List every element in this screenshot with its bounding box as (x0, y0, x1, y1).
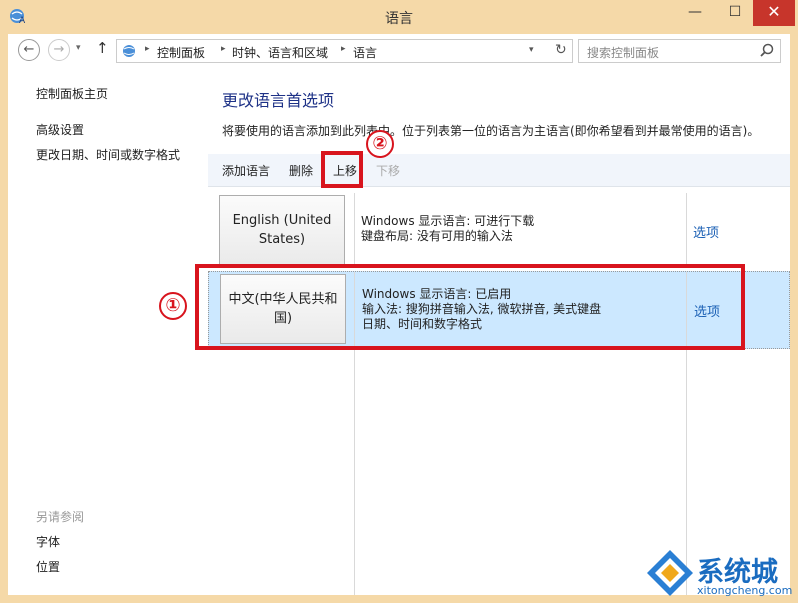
annotation-number-two: ② (366, 130, 394, 158)
control-panel-icon (123, 45, 135, 57)
watermark-url: xitongcheng.com (697, 584, 793, 597)
annotation-box-move-up (321, 151, 363, 188)
location-link[interactable]: 位置 (36, 558, 60, 575)
breadcrumb-control-panel[interactable]: 控制面板 (157, 44, 205, 61)
title-bar[interactable]: A 语言 — ☐ ✕ (0, 0, 798, 34)
close-button[interactable]: ✕ (753, 0, 795, 26)
language-toolbar: 添加语言 删除 上移 下移 (208, 154, 790, 187)
navigation-bar: ← → ▾ ↑ ▸ 控制面板 ▸ 时钟、语言和区域 ▸ 语言 ▾ ↻ 搜索控制面… (8, 34, 790, 68)
minimize-button[interactable]: — (680, 0, 710, 26)
search-icon[interactable] (760, 43, 774, 57)
watermark-logo-icon (647, 550, 693, 596)
watermark: 系统城 xitongcheng.com (645, 548, 795, 600)
remove-button[interactable]: 删除 (289, 162, 313, 179)
language-window: A 语言 — ☐ ✕ ← → ▾ ↑ ▸ 控制面板 ▸ 时钟、语言和区域 ▸ 语… (0, 0, 798, 603)
address-dropdown-icon[interactable]: ▾ (529, 45, 534, 55)
breadcrumb-separator: ▸ (145, 44, 150, 54)
breadcrumb-separator[interactable]: ▸ (341, 44, 346, 54)
column-divider (686, 193, 687, 268)
control-panel-home-link[interactable]: 控制面板主页 (36, 85, 108, 102)
breadcrumb-clock-language-region[interactable]: 时钟、语言和区域 (232, 44, 328, 61)
breadcrumb-language[interactable]: 语言 (353, 44, 377, 61)
annotation-box-chinese-row (195, 264, 745, 350)
search-placeholder: 搜索控制面板 (587, 46, 660, 60)
change-date-time-format-link[interactable]: 更改日期、时间或数字格式 (36, 146, 180, 163)
see-also-heading: 另请参阅 (36, 510, 85, 524)
window-title: 语言 (385, 11, 413, 27)
options-link[interactable]: 选项 (693, 222, 719, 241)
address-bar[interactable]: ▸ 控制面板 ▸ 时钟、语言和区域 ▸ 语言 ▾ ↻ (116, 39, 573, 63)
fonts-link[interactable]: 字体 (36, 533, 60, 550)
back-button[interactable]: ← (18, 39, 40, 61)
column-divider (354, 193, 355, 268)
search-box[interactable]: 搜索控制面板 (578, 39, 781, 63)
column-divider (354, 349, 355, 595)
up-button[interactable]: ↑ (96, 39, 109, 57)
add-language-button[interactable]: 添加语言 (222, 162, 270, 179)
language-name-box[interactable]: English (United States) (219, 195, 345, 265)
language-info-line: Windows 显示语言: 可进行下载 (361, 214, 535, 228)
recent-locations-dropdown[interactable]: ▾ (76, 43, 81, 53)
language-info-line: 键盘布局: 没有可用的输入法 (361, 229, 513, 243)
advanced-settings-link[interactable]: 高级设置 (36, 121, 84, 138)
sidebar: 控制面板主页 高级设置 更改日期、时间或数字格式 另请参阅 字体 位置 (8, 68, 208, 595)
maximize-button[interactable]: ☐ (720, 0, 750, 26)
forward-button[interactable]: → (48, 39, 70, 61)
page-description: 将要使用的语言添加到此列表中。位于列表第一位的语言为主语言(即你希望看到并最常使… (222, 124, 760, 138)
refresh-icon[interactable]: ↻ (555, 42, 567, 58)
move-down-button[interactable]: 下移 (376, 162, 400, 179)
annotation-number-one: ① (159, 292, 187, 320)
language-row-english[interactable]: English (United States) Windows 显示语言: 可进… (208, 193, 790, 268)
page-title: 更改语言首选项 (222, 91, 335, 110)
breadcrumb-separator[interactable]: ▸ (221, 44, 226, 54)
